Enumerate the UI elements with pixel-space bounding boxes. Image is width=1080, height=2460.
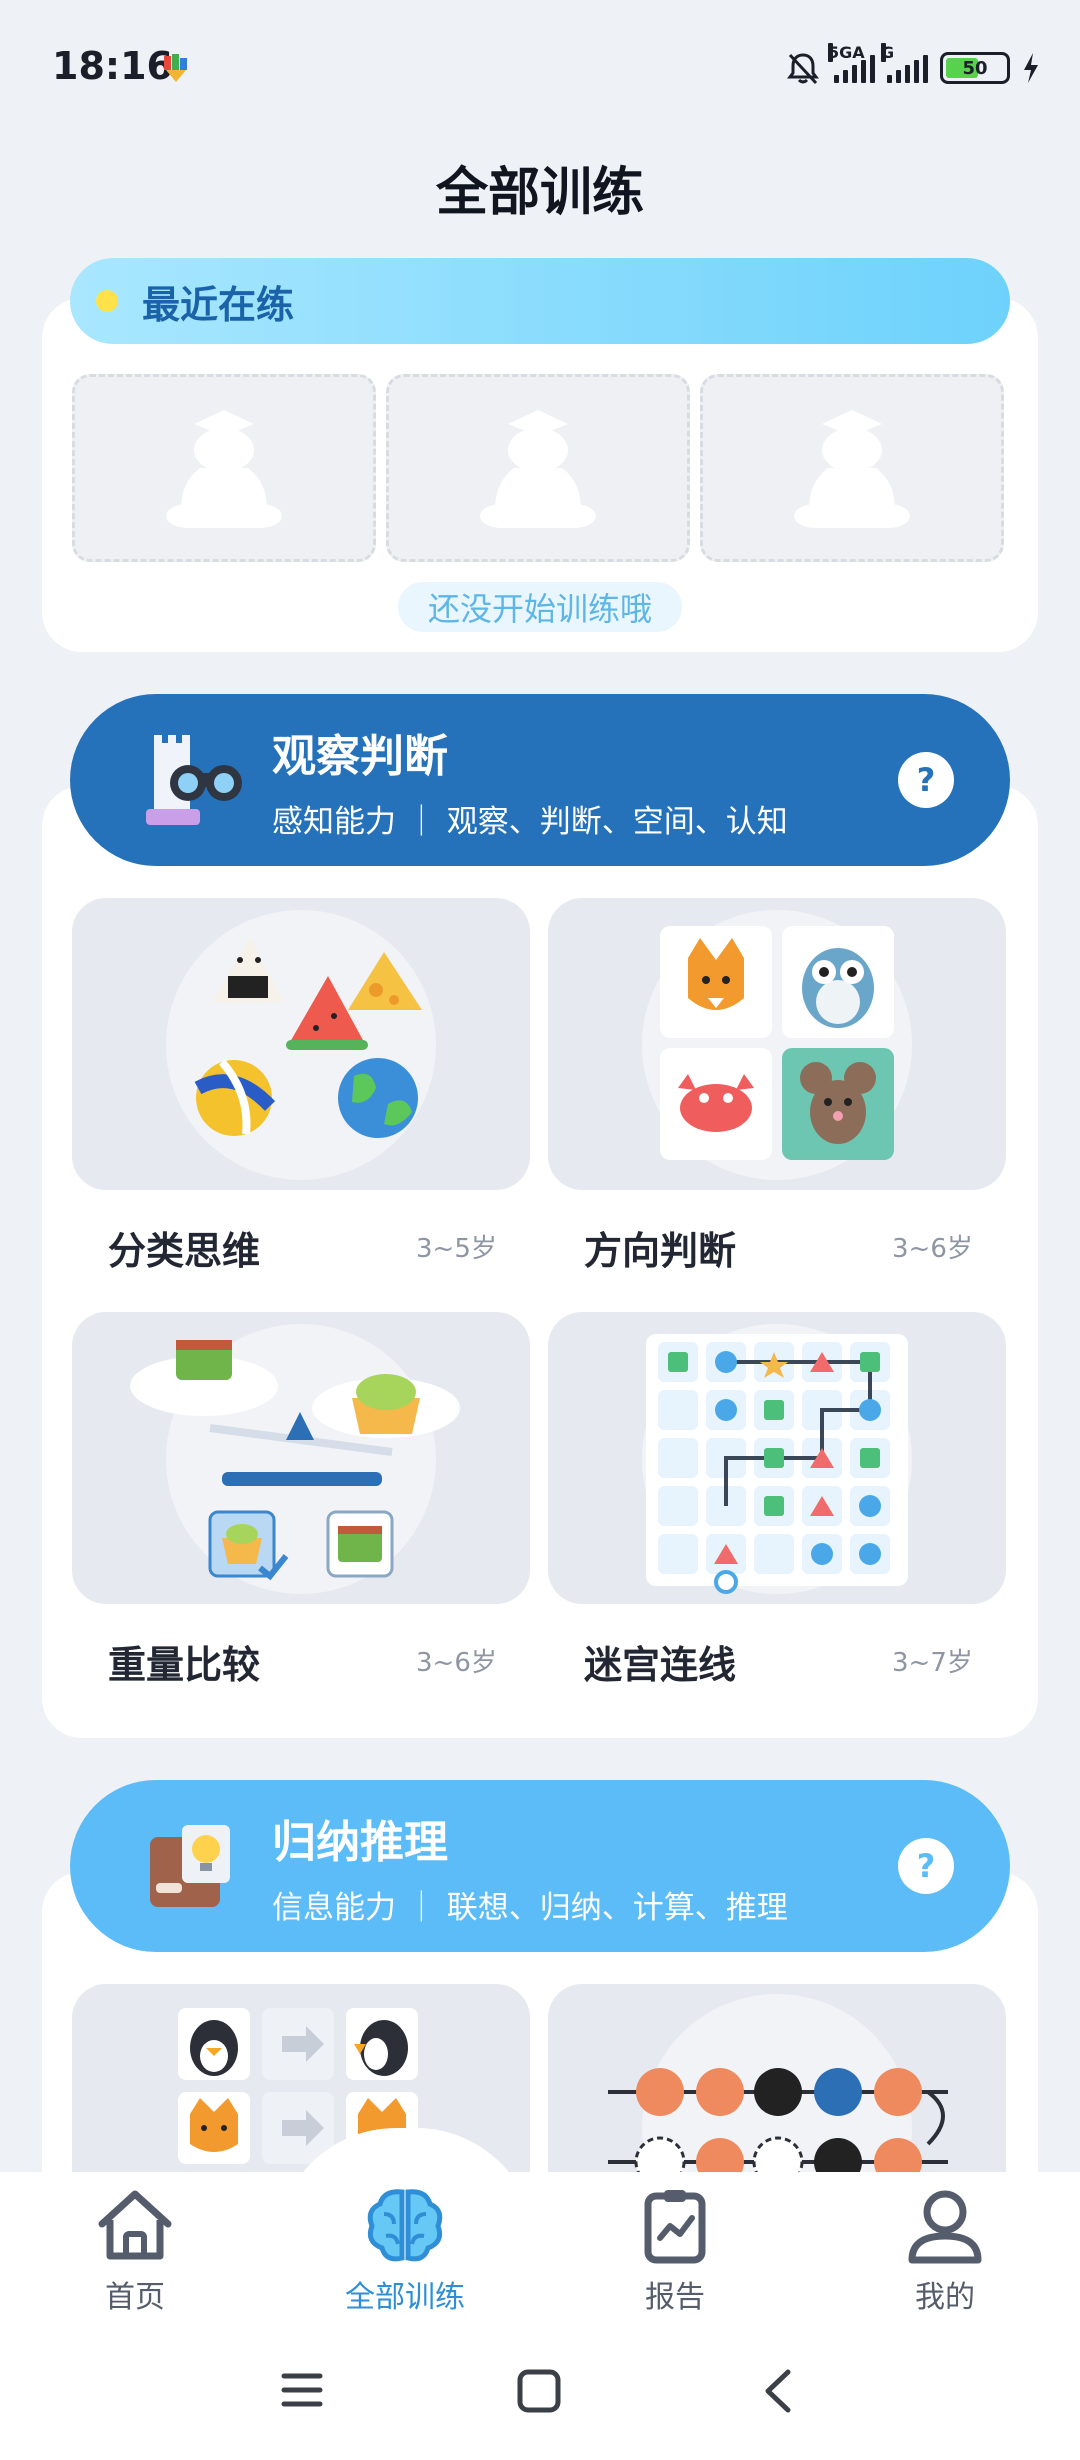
game-tile-maze[interactable] (548, 1312, 1006, 1604)
game-name: 方向判断 (584, 1229, 737, 1273)
mascot-silhouette-icon (166, 410, 282, 528)
nav-label: 我的 (915, 2280, 975, 2315)
game-tile-direction[interactable] (548, 898, 1006, 1190)
category-header-observation: 观察判断 感知能力 ｜ 观察、判断、空间、认知 ? (70, 694, 1010, 866)
brain-icon (367, 2189, 443, 2262)
nav-home[interactable]: 首页 (35, 2184, 235, 2316)
app-notification-icon (164, 54, 187, 82)
recent-slot-placeholder (700, 374, 1004, 562)
signal-g-icon: G (881, 43, 928, 83)
help-button[interactable]: ? (898, 1838, 954, 1894)
nav-profile[interactable]: 我的 (845, 2184, 1045, 2316)
category-subtitle: 感知能力 ｜ 观察、判断、空间、认知 (272, 803, 788, 840)
system-nav-bar (0, 2328, 1080, 2460)
category-subtitle: 信息能力 ｜ 联想、归纳、计算、推理 (272, 1889, 788, 1926)
page-title: 全部训练 (435, 163, 644, 223)
recent-title: 最近在练 (142, 282, 295, 327)
game-name: 分类思维 (108, 1229, 261, 1273)
home-square-icon[interactable] (516, 2368, 562, 2414)
mascot-silhouette-icon (480, 410, 596, 528)
game-age: 3~6岁 (892, 1234, 973, 1264)
charging-icon (1024, 53, 1038, 83)
menu-icon[interactable] (280, 2368, 324, 2412)
recent-dot (96, 290, 118, 312)
help-button[interactable]: ? (898, 752, 954, 808)
category-header-reasoning: 归纳推理 信息能力 ｜ 联想、归纳、计算、推理 ? (70, 1780, 1010, 1952)
empty-hint: 还没开始训练哦 (398, 582, 682, 632)
food-objects-illustration (194, 938, 422, 1138)
game-tile-classification[interactable] (72, 898, 530, 1190)
game-tile-weight[interactable] (72, 1312, 530, 1604)
nav-report[interactable]: 报告 (575, 2184, 775, 2316)
recent-header: 最近在练 (70, 258, 1010, 344)
nav-label: 报告 (645, 2280, 705, 2315)
binoculars-tower-icon (146, 735, 242, 825)
category-title: 观察判断 (272, 730, 448, 782)
game-age: 3~5岁 (416, 1234, 497, 1264)
status-time: 18:16 (52, 44, 173, 88)
signal-5ga-icon: 5GA (828, 43, 875, 83)
category-title: 归纳推理 (272, 1816, 448, 1868)
game-age: 3~6岁 (416, 1648, 497, 1678)
lightbulb-folder-icon (150, 1825, 230, 1907)
mute-bell-icon (787, 53, 819, 85)
profile-icon (908, 2190, 982, 2264)
back-icon[interactable] (758, 2368, 798, 2414)
mascot-silhouette-icon (794, 410, 910, 528)
maze-grid-illustration (646, 1334, 908, 1594)
game-age: 3~7岁 (892, 1648, 973, 1678)
game-name: 重量比较 (108, 1643, 261, 1687)
status-bar: 18:16 5GA G 50 (0, 0, 1080, 134)
nav-label: 全部训练 (345, 2280, 465, 2315)
recent-slot-placeholder (72, 374, 376, 562)
nav-label: 首页 (105, 2280, 165, 2315)
home-icon (98, 2190, 172, 2260)
animal-cards-illustration (660, 926, 894, 1160)
report-icon (644, 2190, 706, 2264)
nav-all-training[interactable]: 全部训练 (305, 2184, 505, 2316)
battery-icon: 50 (940, 52, 1010, 84)
balance-scale-illustration (130, 1340, 460, 1581)
recent-slot-placeholder (386, 374, 690, 562)
game-name: 迷宫连线 (584, 1643, 737, 1687)
